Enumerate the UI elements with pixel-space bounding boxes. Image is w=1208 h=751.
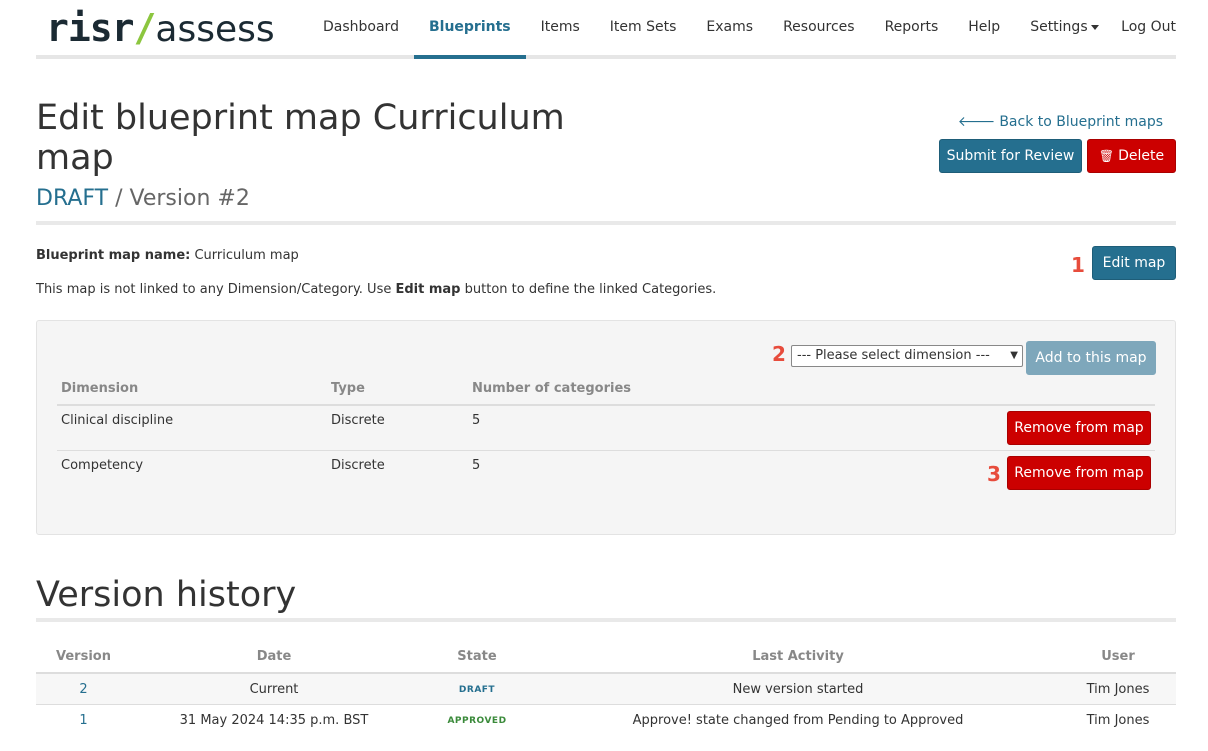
map-name-label: Blueprint map name: bbox=[36, 248, 191, 263]
remove-from-map-button-1[interactable]: Remove from map bbox=[1007, 411, 1151, 445]
note-suffix: button to define the linked Categories. bbox=[464, 282, 717, 297]
dimension-panel: 2 --- Please select dimension --- ▼ Add … bbox=[36, 320, 1176, 535]
caret-down-icon bbox=[1090, 24, 1099, 30]
nav-dashboard[interactable]: Dashboard bbox=[308, 0, 414, 59]
nav-settings-dropdown[interactable]: Settings bbox=[1015, 0, 1113, 59]
state-link[interactable]: DRAFT bbox=[36, 186, 108, 211]
edit-map-button[interactable]: Edit map bbox=[1092, 246, 1176, 280]
nav-settings-label: Settings bbox=[1030, 19, 1088, 35]
dimension-select-value: --- Please select dimension --- bbox=[797, 348, 990, 363]
nav-item-sets[interactable]: Item Sets bbox=[595, 0, 692, 59]
logout-link[interactable]: Log Out bbox=[1121, 0, 1176, 55]
map-name-line: Blueprint map name: Curriculum map bbox=[36, 248, 299, 263]
nav-items[interactable]: Items bbox=[526, 0, 595, 59]
row-2-count: 5 bbox=[472, 458, 481, 473]
version-subtitle: DRAFT / Version #2 bbox=[36, 186, 250, 211]
row-1-dimension: Clinical discipline bbox=[61, 413, 174, 428]
delete-label: Delete bbox=[1118, 148, 1165, 164]
submit-for-review-button[interactable]: Submit for Review bbox=[939, 139, 1082, 173]
row-1-count: 5 bbox=[472, 413, 481, 428]
map-link-note: This map is not linked to any Dimension/… bbox=[36, 282, 716, 297]
remove-from-map-button-2[interactable]: Remove from map bbox=[1007, 456, 1151, 490]
row-2-type: Discrete bbox=[331, 458, 385, 473]
nav-help[interactable]: Help bbox=[953, 0, 1015, 59]
vh-col-user: User bbox=[1101, 649, 1135, 664]
annotation-1: 1 bbox=[1071, 253, 1085, 277]
nav-exams[interactable]: Exams bbox=[691, 0, 768, 59]
add-to-map-button[interactable]: Add to this map bbox=[1026, 341, 1156, 375]
title-divider bbox=[36, 221, 1176, 225]
note-bold: Edit map bbox=[395, 282, 461, 297]
back-to-blueprint-maps-link[interactable]: 🡐 Back to Blueprint maps bbox=[958, 113, 1163, 130]
version-2-link[interactable]: 2 bbox=[79, 682, 87, 697]
dimension-select[interactable]: --- Please select dimension --- ▼ bbox=[791, 345, 1023, 367]
vh-col-date: Date bbox=[256, 649, 292, 664]
status-badge: APPROVED bbox=[447, 716, 507, 726]
col-type: Type bbox=[331, 381, 365, 396]
trash-icon: 🗑 bbox=[1098, 149, 1115, 163]
delete-button[interactable]: 🗑 Delete bbox=[1087, 139, 1176, 173]
top-header: risr/assess Dashboard Blueprints Items I… bbox=[36, 0, 1176, 59]
version-history-title: Version history bbox=[36, 575, 297, 615]
version-history-divider bbox=[36, 618, 1176, 622]
back-link-label: Back to Blueprint maps bbox=[999, 114, 1163, 130]
row-divider bbox=[57, 450, 1155, 451]
row-1-type: Discrete bbox=[331, 413, 385, 428]
vh-row-2-user: Tim Jones bbox=[1086, 713, 1150, 728]
vh-col-last-activity: Last Activity bbox=[752, 649, 844, 664]
vh-row-2-activity: Approve! state changed from Pending to A… bbox=[632, 713, 964, 728]
vh-row-2-date: 31 May 2024 14:35 p.m. BST bbox=[179, 713, 369, 728]
logo-risr: risr bbox=[46, 6, 135, 50]
table-header-divider bbox=[57, 404, 1155, 406]
note-prefix: This map is not linked to any Dimension/… bbox=[36, 282, 392, 297]
logo-slash: / bbox=[133, 6, 157, 50]
row-2-dimension: Competency bbox=[61, 458, 144, 473]
vh-row-1-version: 2 bbox=[36, 682, 131, 697]
vh-row-divider bbox=[36, 704, 1176, 705]
nav-resources[interactable]: Resources bbox=[768, 0, 870, 59]
version-label: / Version #2 bbox=[115, 186, 250, 211]
page-title: Edit blueprint map Curriculum map bbox=[36, 98, 565, 178]
vh-row-2-version: 1 bbox=[36, 713, 131, 728]
chevron-down-icon: ▼ bbox=[1010, 350, 1018, 361]
arrow-left-icon: 🡐 bbox=[957, 114, 996, 130]
vh-row-1-activity: New version started bbox=[732, 682, 864, 697]
map-name-value: Curriculum map bbox=[194, 248, 299, 263]
version-1-link[interactable]: 1 bbox=[79, 713, 87, 728]
vh-col-state: State bbox=[457, 649, 497, 664]
annotation-3: 3 bbox=[987, 462, 1001, 486]
main-nav: Dashboard Blueprints Items Item Sets Exa… bbox=[308, 0, 1114, 59]
annotation-2: 2 bbox=[772, 342, 786, 366]
nav-blueprints[interactable]: Blueprints bbox=[413, 0, 526, 59]
col-number-of-categories: Number of categories bbox=[472, 381, 632, 396]
logo-assess: assess bbox=[155, 9, 275, 50]
risr-assess-logo[interactable]: risr/assess bbox=[46, 8, 275, 50]
vh-col-version: Version bbox=[56, 649, 111, 664]
vh-row-1-date: Current bbox=[249, 682, 299, 697]
col-dimension: Dimension bbox=[61, 381, 139, 396]
nav-reports[interactable]: Reports bbox=[870, 0, 954, 59]
status-badge: DRAFT bbox=[458, 685, 496, 695]
vh-row-1-user: Tim Jones bbox=[1086, 682, 1150, 697]
